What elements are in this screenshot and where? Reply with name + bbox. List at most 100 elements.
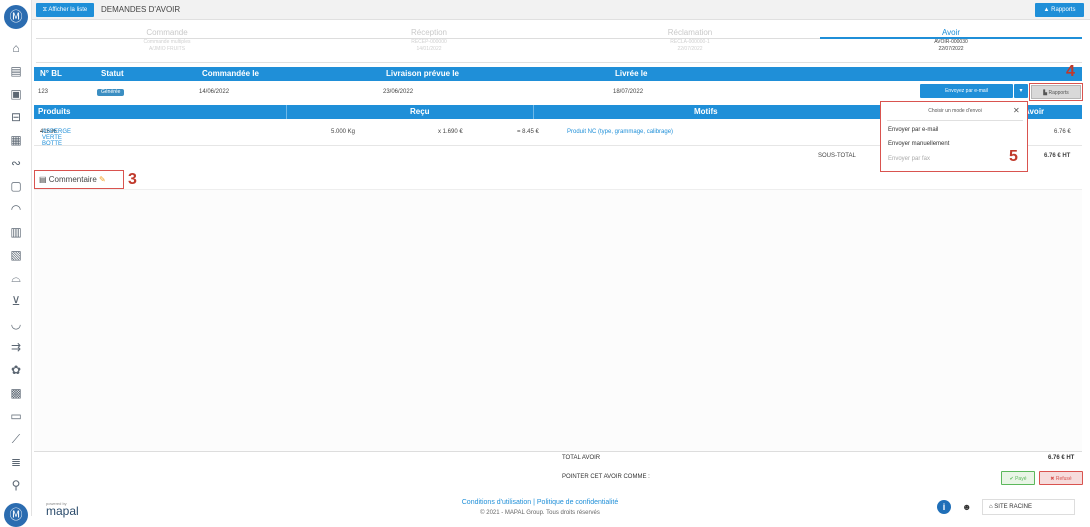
comment-section[interactable]: ▤ Commentaire ✎ — [34, 170, 124, 189]
gift-icon[interactable]: ▢ — [7, 179, 25, 193]
step-sub: Commande multiples — [143, 39, 191, 45]
pointer-label: POINTER CET AVOIR COMME : — [562, 474, 650, 480]
step-reception[interactable]: Réception RECEP-000000 14/01/2022 — [298, 25, 560, 63]
col-bl: N° BL — [40, 69, 62, 78]
edit-icon[interactable]: ✎ — [99, 175, 106, 184]
step-label: Avoir — [820, 28, 1082, 39]
total-value: 6.76 € HT — [1048, 455, 1075, 461]
bl-number: 123 — [38, 89, 49, 95]
show-list-button[interactable]: ⧖ Afficher la liste — [36, 3, 94, 17]
received-qty: 5.000 Kg — [331, 129, 356, 135]
col-delivered: Livrée le — [615, 69, 648, 78]
workflow-steps: Commande Commande multiples A/JMIO FRUIT… — [36, 25, 1082, 63]
status-badge: Générée — [97, 89, 125, 96]
wrench-icon[interactable]: ⚲ — [7, 478, 25, 492]
settings-icon[interactable]: ✿ — [7, 363, 25, 377]
top-bar: ⧖ Afficher la liste DEMANDES D'AVOIR ▲ R… — [32, 0, 1090, 20]
truck-icon[interactable]: ⊟ — [7, 110, 25, 124]
reports-top-button[interactable]: ▲ Rapports — [1035, 3, 1084, 17]
page-title: DEMANDES D'AVOIR — [101, 5, 181, 14]
dropdown-title: Choisir un mode d'envoi — [928, 108, 982, 114]
tools-icon[interactable]: ⟋ — [7, 432, 25, 446]
col-status: Statut — [101, 69, 124, 78]
delivered-date: 18/07/2022 — [613, 89, 644, 95]
clipboard-icon[interactable]: ▤ — [7, 64, 25, 78]
close-icon[interactable]: ✕ — [1013, 106, 1020, 115]
header-divider — [533, 105, 534, 119]
footer-links[interactable]: Conditions d'utilisation | Politique de … — [330, 499, 750, 506]
col-received: Reçu — [410, 107, 430, 116]
step-sub: RECEP-000000 — [411, 39, 447, 45]
comment-icon: ▤ — [39, 175, 49, 184]
paid-button[interactable]: ✔ Payé — [1001, 471, 1035, 485]
copyright: © 2021 - MAPAL Group. Tous droits réserv… — [480, 510, 600, 516]
ordered-date: 14/06/2022 — [199, 89, 230, 95]
show-list-label: Afficher la liste — [48, 7, 88, 13]
annotation-4: 4 — [1066, 63, 1075, 80]
step-label: Réception — [298, 28, 560, 39]
bl-table-header: N° BL Statut Commandée le Livraison prév… — [34, 67, 1082, 81]
chat-icon[interactable]: ▭ — [7, 409, 25, 423]
product-cell: 41636 - ASPERGE VERTE BOTTE — [40, 129, 72, 147]
calendar-icon[interactable]: ▩ — [7, 386, 25, 400]
col-ordered: Commandée le — [202, 69, 259, 78]
home-icon[interactable]: ⌂ — [7, 41, 25, 55]
step-sub: 22/07/2022 — [677, 46, 703, 52]
refused-label: Refusé — [1055, 476, 1072, 482]
content-area — [34, 189, 1082, 451]
document-icon[interactable]: ▧ — [7, 248, 25, 262]
invoice-icon[interactable]: ▦ — [7, 133, 25, 147]
step-sub: 14/01/2022 — [416, 46, 442, 52]
highlight-box-4 — [1029, 83, 1083, 101]
delivery-icon[interactable]: ⇉ — [7, 340, 25, 354]
chef-hat-icon[interactable]: ◠ — [7, 202, 25, 216]
user-icon[interactable]: ☻ — [962, 502, 971, 512]
step-label: Réclamation — [560, 28, 820, 39]
dish-icon[interactable]: ◡ — [7, 317, 25, 331]
database-icon[interactable]: ≣ — [7, 455, 25, 469]
option-send-fax[interactable]: Envoyer par fax — [888, 156, 930, 162]
site-selector[interactable]: ⌂ SITE RACINE — [982, 499, 1075, 515]
step-sub: RECLA-000000-1 — [670, 39, 710, 45]
send-mode-dropdown: Choisir un mode d'envoi ✕ Envoyer par e-… — [880, 101, 1028, 172]
step-sub: AVOIR-000030 — [934, 39, 968, 45]
col-products: Produits — [38, 107, 71, 116]
box-icon[interactable]: ▣ — [7, 87, 25, 101]
col-reasons: Motifs — [694, 107, 718, 116]
cloche-icon[interactable]: ⌓ — [7, 271, 25, 285]
divider — [34, 451, 1082, 452]
credit-value: 6.76 € — [1054, 129, 1071, 135]
send-email-button[interactable]: Envoyez par e-mail — [920, 84, 1013, 98]
paid-label: Payé — [1015, 476, 1027, 482]
app-logo[interactable]: Ⓜ — [4, 5, 28, 29]
subtotal-value: 6.76 € HT — [1044, 153, 1071, 159]
step-avoir[interactable]: Avoir AVOIR-000030 22/07/2022 — [820, 25, 1082, 63]
recipe-icon[interactable]: ▥ — [7, 225, 25, 239]
refused-button[interactable]: ✖ Refusé — [1039, 471, 1083, 485]
reports-top-label: Rapports — [1051, 7, 1076, 13]
col-expected: Livraison prévue le — [386, 69, 459, 78]
print-icon: ▲ — [1043, 7, 1052, 13]
annotation-3: 3 — [128, 171, 137, 188]
app-logo-bottom[interactable]: Ⓜ — [4, 503, 28, 527]
step-sub: A/JMIO FRUITS — [148, 46, 186, 52]
cart-icon[interactable]: ⊻ — [7, 294, 25, 308]
header-divider — [286, 105, 287, 119]
handshake-icon[interactable]: ∾ — [7, 156, 25, 170]
info-icon[interactable]: i — [937, 500, 951, 514]
line-total: = 8.45 € — [517, 129, 539, 135]
sidebar: Ⓜ ⌂ ▤ ▣ ⊟ ▦ ∾ ▢ ◠ ▥ ▧ ⌓ ⊻ ◡ ⇉ ✿ ▩ ▭ ⟋ ≣ … — [0, 0, 32, 527]
step-commande[interactable]: Commande Commande multiples A/JMIO FRUIT… — [36, 25, 298, 63]
expected-date: 23/06/2022 — [383, 89, 414, 95]
annotation-5: 5 — [1009, 148, 1018, 165]
bl-row: 123 Générée 14/06/2022 23/06/2022 18/07/… — [34, 89, 914, 99]
divider — [887, 120, 1023, 121]
reason-text: Produit NC (type, grammage, calibrage) — [567, 129, 674, 135]
step-reclamation[interactable]: Réclamation RECLA-000000-1 22/07/2022 — [560, 25, 820, 63]
send-options-dropdown-button[interactable]: ▾ — [1014, 84, 1028, 98]
subtotal-label: SOUS-TOTAL — [818, 153, 856, 159]
option-send-manual[interactable]: Envoyer manuellement — [888, 141, 949, 147]
comment-label: Commentaire — [48, 175, 97, 184]
unit-price: x 1.690 € — [438, 129, 463, 135]
option-send-email[interactable]: Envoyer par e-mail — [888, 127, 938, 133]
